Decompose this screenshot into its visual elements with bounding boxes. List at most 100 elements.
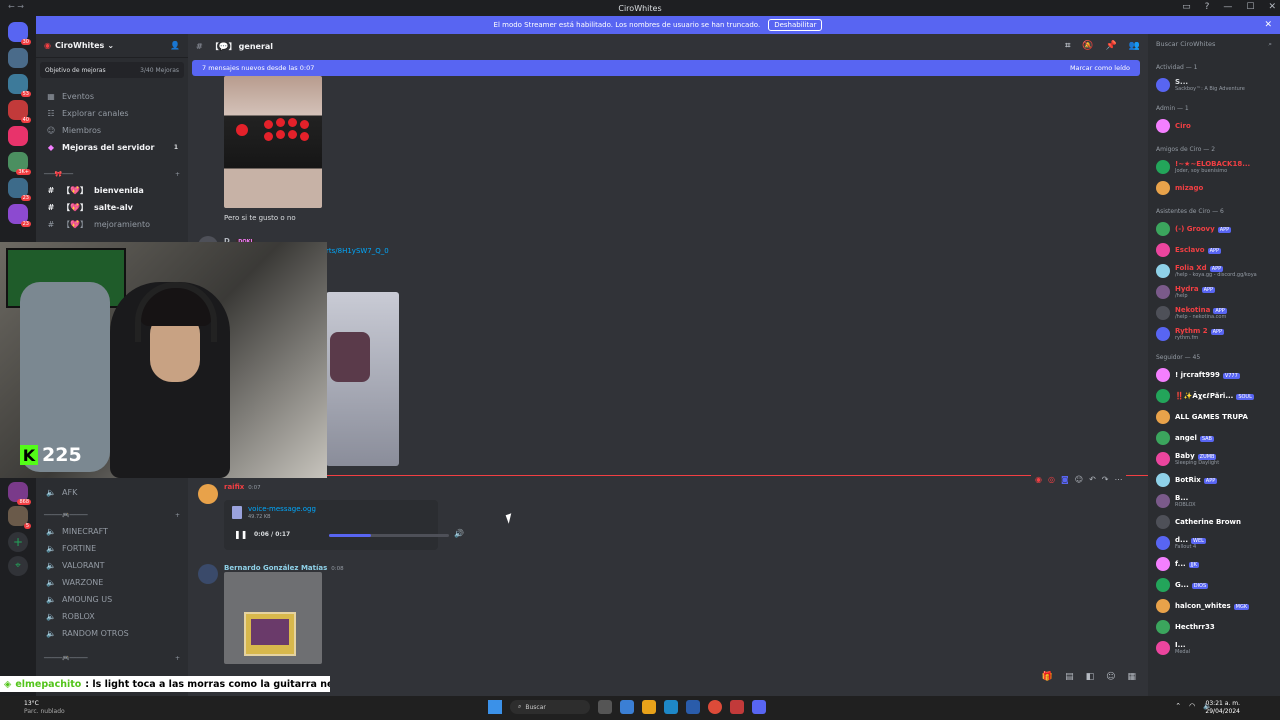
message-author[interactable]: raifix 0:07 [224, 483, 261, 491]
new-messages-bar[interactable]: 7 mensajes nuevos desde las 0:07 Marcar … [192, 60, 1140, 76]
wifi-icon[interactable]: ◠ [1189, 702, 1195, 710]
discord-icon[interactable] [752, 700, 766, 714]
sticker-icon[interactable]: ◧ [1086, 672, 1095, 682]
maximize-button[interactable]: ☐ [1246, 2, 1254, 12]
voice-channel[interactable]: 🔈 WARZONE [36, 574, 188, 591]
close-button[interactable]: ✕ [1268, 2, 1276, 12]
server-icon[interactable]: 53 [8, 74, 31, 97]
close-banner-icon[interactable]: ✕ [1264, 20, 1272, 30]
avatar[interactable] [198, 484, 218, 504]
add-reaction-icon[interactable]: ☺ [1075, 475, 1083, 484]
member-item[interactable]: ALL GAMES TRUPA [1148, 406, 1280, 427]
nav-browse-channels[interactable]: ☷ Explorar canales [36, 105, 188, 122]
member-item[interactable]: G... DIOS [1148, 574, 1280, 595]
nav-events[interactable]: ▦ Eventos [36, 88, 188, 105]
threads-icon[interactable]: ⌗ [1065, 41, 1070, 51]
member-item[interactable]: Hydra APP/help [1148, 281, 1280, 302]
boost-goal-bar[interactable]: Objetivo de mejoras 3/40 Mejoras [40, 62, 184, 78]
member-list-icon[interactable]: 👥 [1129, 41, 1140, 51]
member-item[interactable]: mizago [1148, 177, 1280, 198]
mark-as-read-button[interactable]: Marcar como leído [1070, 64, 1130, 72]
pause-icon[interactable]: ❚❚ [234, 530, 247, 539]
server-icon[interactable]: 868 [8, 482, 31, 505]
member-item[interactable]: !~★~ELOBACK18... Joder, soy buenísimo [1148, 156, 1280, 177]
add-member-icon[interactable]: 👤 [170, 41, 180, 50]
reaction-icon[interactable]: ◙ [1061, 475, 1069, 484]
server-icon[interactable]: 5 [8, 506, 31, 529]
weather-widget[interactable]: 13°C Parc. nublado [24, 700, 65, 716]
reaction-icon[interactable]: ◎ [1048, 475, 1055, 484]
add-channel-icon[interactable]: + [175, 171, 180, 178]
channel-bienvenida[interactable]: # 【💖】 bienvenida [36, 182, 188, 199]
app-icon[interactable] [620, 700, 634, 714]
member-item[interactable]: ! jrcraft999 V777 [1148, 364, 1280, 385]
message-image-arcade-stick[interactable] [224, 76, 322, 208]
channel-salte-alv[interactable]: # 【💖】 salte-alv [36, 199, 188, 216]
gif-icon[interactable]: ▤ [1065, 672, 1074, 682]
pin-icon[interactable]: 📌 [1106, 41, 1117, 51]
server-icon[interactable]: 23 [8, 178, 31, 201]
reply-icon[interactable]: ↶ [1089, 475, 1096, 484]
forward-icon[interactable]: ↷ [1102, 475, 1109, 484]
apps-icon[interactable]: ▦ [1127, 672, 1136, 682]
add-server-icon[interactable]: + [8, 532, 28, 552]
inbox-icon[interactable]: ▭ [1182, 2, 1191, 12]
more-icon[interactable]: ⋯ [1114, 475, 1122, 484]
explorer-icon[interactable] [642, 700, 656, 714]
member-item[interactable]: Catherine Brown [1148, 511, 1280, 532]
discover-icon[interactable]: ⌖ [8, 556, 28, 576]
member-item[interactable]: halcon_whites MGK [1148, 595, 1280, 616]
member-item[interactable]: angel SAB [1148, 427, 1280, 448]
server-icon[interactable]: 3K+ [8, 152, 31, 175]
member-item[interactable]: BotRix APP [1148, 469, 1280, 490]
chevron-up-icon[interactable]: ⌃ [1175, 702, 1181, 710]
avatar[interactable] [198, 564, 218, 584]
member-item[interactable]: Folia Xd APP/help - koya.gg - discord.gg/… [1148, 260, 1280, 281]
voice-channel[interactable]: 🔈 AMOUNG US [36, 591, 188, 608]
member-item[interactable]: (-) Groovy APP [1148, 218, 1280, 239]
mute-icon[interactable]: 🔕 [1082, 41, 1093, 51]
edge-icon[interactable] [664, 700, 678, 714]
channel-mejoramiento[interactable]: # 【💖】 mejoramiento [36, 216, 188, 233]
member-item[interactable]: Rythm 2 APP rythm.fm [1148, 323, 1280, 344]
category-voice-2[interactable]: ─────🎮───── + [36, 650, 188, 666]
member-item[interactable]: B... ROBLOX [1148, 490, 1280, 511]
member-item[interactable]: Ciro [1148, 115, 1280, 136]
search-input[interactable]: Buscar CiroWhites [1156, 40, 1215, 54]
member-item[interactable]: f... JJK [1148, 553, 1280, 574]
minimize-button[interactable]: — [1223, 2, 1232, 12]
search-bar[interactable]: Buscar CiroWhites ⌕ [1156, 40, 1272, 54]
member-item[interactable]: d... WEL Fallout 4 [1148, 532, 1280, 553]
server-icon[interactable] [8, 48, 28, 68]
server-icon[interactable]: 23 [8, 204, 31, 227]
add-channel-icon[interactable]: + [175, 655, 180, 662]
server-header[interactable]: ◉ CiroWhites ⌄ 👤 [36, 34, 188, 58]
app-icon[interactable] [730, 700, 744, 714]
category-text[interactable]: ───🎀─── + [36, 166, 188, 182]
category-voice[interactable]: ─────🎮───── + [36, 507, 188, 523]
voice-channel[interactable]: 🔈 RANDOM OTROS [36, 625, 188, 642]
nav-members[interactable]: ☺ Miembros [36, 122, 188, 139]
voice-channel[interactable]: 🔈 ROBLOX [36, 608, 188, 625]
member-item[interactable]: Nekotina APP/help - nekotina.com [1148, 302, 1280, 323]
nav-server-boosts[interactable]: ◆ Mejoras del servidor 1 [36, 139, 188, 156]
help-icon[interactable]: ? [1205, 2, 1210, 12]
reaction-icon[interactable]: ◉ [1035, 475, 1042, 484]
home-icon[interactable]: 30 [8, 22, 31, 45]
message-image-card[interactable] [224, 572, 322, 664]
task-view-icon[interactable] [598, 700, 612, 714]
voice-channel[interactable]: 🔈 MINECRAFT [36, 523, 188, 540]
member-item[interactable]: I... Medal [1148, 637, 1280, 658]
volume-icon[interactable]: 🔊 [454, 529, 464, 538]
member-item[interactable]: S... Sackboy™: A Big Adventure [1148, 74, 1280, 95]
member-item[interactable]: ‼️✨ÃχєℓPãri... SOUL [1148, 385, 1280, 406]
voice-channel-afk[interactable]: 🔈 AFK [36, 484, 188, 501]
store-icon[interactable] [686, 700, 700, 714]
member-item[interactable]: Esclavo APP [1148, 239, 1280, 260]
server-icon[interactable]: 40 [8, 100, 31, 123]
chrome-icon[interactable] [708, 700, 722, 714]
member-item[interactable]: Baby ZUMB Sleeping Daylight [1148, 448, 1280, 469]
server-icon[interactable] [8, 126, 28, 146]
clock[interactable]: 03:21 a. m. 29/04/2024 [1205, 700, 1240, 716]
voice-file-name[interactable]: voice-message.ogg [248, 505, 316, 513]
